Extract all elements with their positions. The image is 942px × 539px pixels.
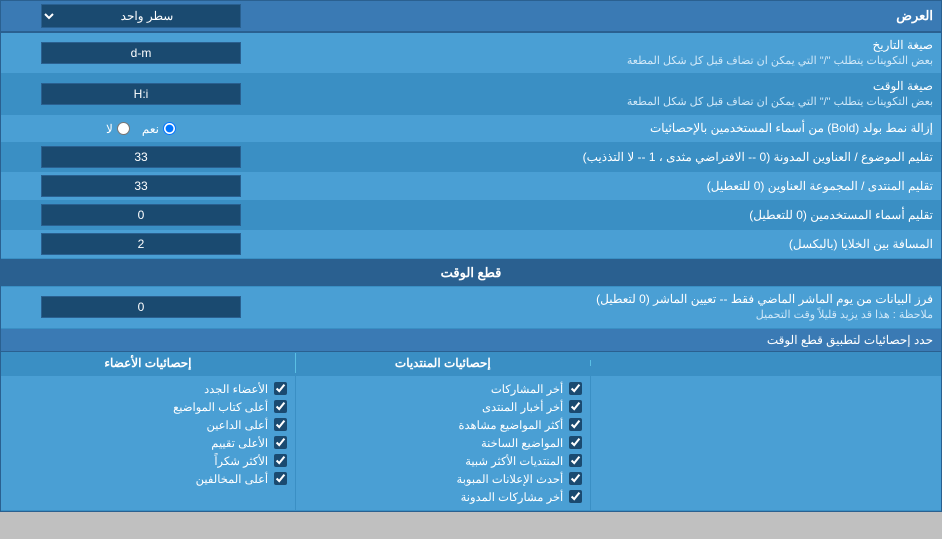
cutoff-value-input-cell[interactable] <box>1 293 281 321</box>
list-item: أعلى الداعين <box>9 416 287 434</box>
bold-no-radio[interactable] <box>117 122 130 135</box>
bold-radio-group: نعم لا <box>106 122 176 136</box>
cell-spacing-input[interactable] <box>41 233 241 255</box>
thread-trim-label: تقليم الموضوع / العناوين المدونة (0 -- ا… <box>281 145 941 170</box>
checkbox-most-similar[interactable] <box>569 454 582 467</box>
cutoff-value-label: فرز البيانات من يوم الماشر الماضي فقط --… <box>281 287 941 327</box>
thread-trim-row: تقليم الموضوع / العناوين المدونة (0 -- ا… <box>1 143 941 172</box>
checkbox-col-empty <box>590 376 941 510</box>
thread-trim-input[interactable] <box>41 146 241 168</box>
list-item: أعلى المخالفين <box>9 470 287 488</box>
forum-trim-input[interactable] <box>41 175 241 197</box>
checkbox-most-viewed[interactable] <box>569 418 582 431</box>
list-item: أحدث الإعلانات المبوبة <box>304 470 582 488</box>
cell-spacing-label: المسافة بين الخلايا (بالبكسل) <box>281 232 941 257</box>
user-trim-input-cell[interactable] <box>1 201 281 229</box>
checkbox-last-news[interactable] <box>569 400 582 413</box>
date-format-row: صيغة التاريخ بعض التكوينات يتطلب "/" الت… <box>1 33 941 74</box>
date-format-input-cell[interactable] <box>1 39 281 67</box>
bold-remove-radio-cell: نعم لا <box>1 119 281 139</box>
checkbox-new-members[interactable] <box>274 382 287 395</box>
list-item: الأعضاء الجدد <box>9 380 287 398</box>
checkbox-top-violators[interactable] <box>274 472 287 485</box>
list-item: أخر مشاركات المدونة <box>304 488 582 506</box>
cell-spacing-row: المسافة بين الخلايا (بالبكسل) <box>1 230 941 259</box>
bold-yes-radio[interactable] <box>163 122 176 135</box>
bold-remove-label: إزالة نمط بولد (Bold) من أسماء المستخدمي… <box>281 116 941 141</box>
date-format-input[interactable] <box>41 42 241 64</box>
cutoff-value-row: فرز البيانات من يوم الماشر الماضي فقط --… <box>1 287 941 328</box>
date-format-label: صيغة التاريخ بعض التكوينات يتطلب "/" الت… <box>281 33 941 73</box>
list-item: أكثر المواضيع مشاهدة <box>304 416 582 434</box>
user-trim-row: تقليم أسماء المستخدمين (0 للتعطيل) <box>1 201 941 230</box>
limit-row: حدد إحصائيات لتطبيق قطع الوقت <box>1 329 941 352</box>
display-select-cell[interactable]: سطر واحد سطرين ثلاثة أسطر <box>1 1 281 31</box>
bold-remove-row: إزالة نمط بولد (Bold) من أسماء المستخدمي… <box>1 115 941 143</box>
header-row: العرض سطر واحد سطرين ثلاثة أسطر <box>1 1 941 33</box>
checkbox-hot-topics[interactable] <box>569 436 582 449</box>
forum-trim-input-cell[interactable] <box>1 172 281 200</box>
time-format-label: صيغة الوقت بعض التكوينات يتطلب "/" التي … <box>281 74 941 114</box>
list-item: أخر المشاركات <box>304 380 582 398</box>
main-container: العرض سطر واحد سطرين ثلاثة أسطر صيغة الت… <box>0 0 942 512</box>
col3-header: إحصائيات الأعضاء <box>1 353 295 373</box>
checkbox-col-forums: أخر المشاركات أخر أخبار المنتدى أكثر الم… <box>295 376 590 510</box>
list-item: أعلى كتاب المواضيع <box>9 398 287 416</box>
time-format-input-cell[interactable] <box>1 80 281 108</box>
checkbox-last-posts[interactable] <box>569 382 582 395</box>
list-item: الأعلى تقييم <box>9 434 287 452</box>
cutoff-section-header: قطع الوقت <box>1 259 941 287</box>
checkbox-last-blog-posts[interactable] <box>569 490 582 503</box>
time-format-input[interactable] <box>41 83 241 105</box>
bold-no-label[interactable]: لا <box>106 122 130 136</box>
display-select[interactable]: سطر واحد سطرين ثلاثة أسطر <box>41 4 241 28</box>
checkbox-col-members: الأعضاء الجدد أعلى كتاب المواضيع أعلى ال… <box>1 376 295 510</box>
checkbox-top-rated[interactable] <box>274 436 287 449</box>
checkbox-most-thanked[interactable] <box>274 454 287 467</box>
checkboxes-header: إحصائيات المنتديات إحصائيات الأعضاء <box>1 352 941 376</box>
col2-header: إحصائيات المنتديات <box>295 353 590 373</box>
forum-trim-label: تقليم المنتدى / المجموعة العناوين (0 للت… <box>281 174 941 199</box>
list-item: المنتديات الأكثر شبية <box>304 452 582 470</box>
cutoff-value-input[interactable] <box>41 296 241 318</box>
list-item: أخر أخبار المنتدى <box>304 398 582 416</box>
checkboxes-body: أخر المشاركات أخر أخبار المنتدى أكثر الم… <box>1 376 941 510</box>
user-trim-label: تقليم أسماء المستخدمين (0 للتعطيل) <box>281 203 941 228</box>
list-item: المواضيع الساخنة <box>304 434 582 452</box>
checkboxes-section: إحصائيات المنتديات إحصائيات الأعضاء أخر … <box>1 352 941 511</box>
time-format-row: صيغة الوقت بعض التكوينات يتطلب "/" التي … <box>1 74 941 115</box>
forum-trim-row: تقليم المنتدى / المجموعة العناوين (0 للت… <box>1 172 941 201</box>
checkbox-top-inviters[interactable] <box>274 418 287 431</box>
bold-yes-label[interactable]: نعم <box>142 122 176 136</box>
cell-spacing-input-cell[interactable] <box>1 230 281 258</box>
page-title: العرض <box>281 3 941 29</box>
user-trim-input[interactable] <box>41 204 241 226</box>
checkbox-latest-classifieds[interactable] <box>569 472 582 485</box>
col1-header <box>590 360 941 366</box>
checkbox-top-posters[interactable] <box>274 400 287 413</box>
thread-trim-input-cell[interactable] <box>1 143 281 171</box>
list-item: الأكثر شكراً <box>9 452 287 470</box>
